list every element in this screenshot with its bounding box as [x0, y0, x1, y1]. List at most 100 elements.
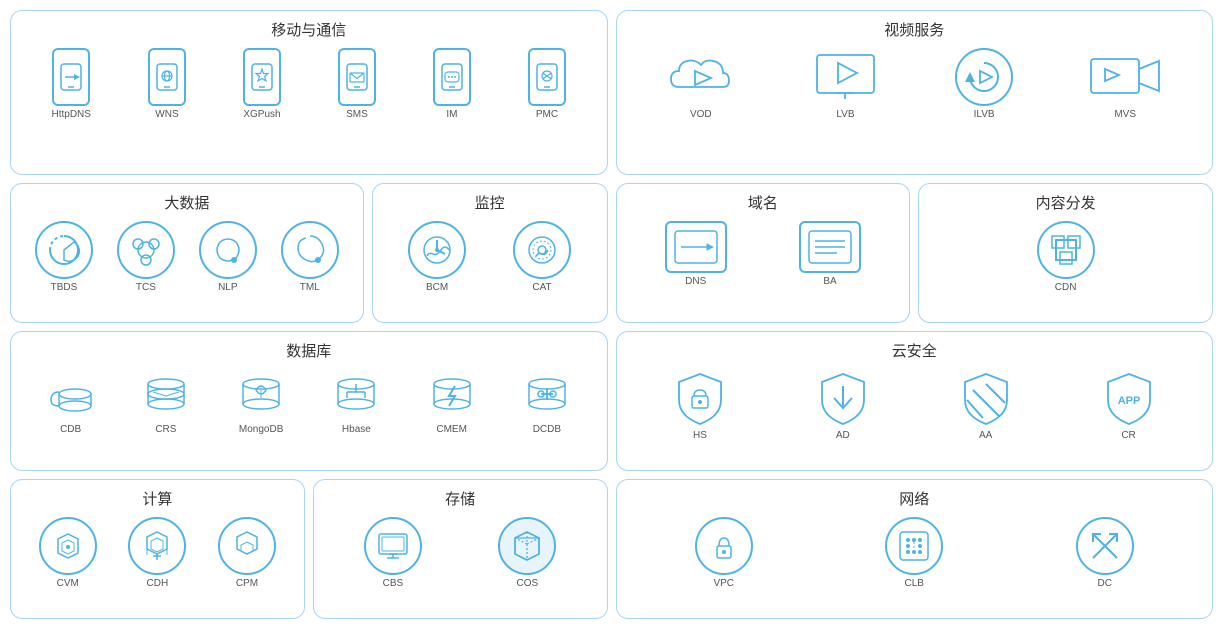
cdb-icon [42, 369, 100, 421]
network-section: 网络 VPC [616, 479, 1214, 619]
cpm-label: CPM [236, 578, 258, 589]
hs-label: HS [693, 430, 707, 441]
cr-label: CR [1121, 430, 1135, 441]
nlp-item: NLP [199, 221, 257, 293]
dc-icon [1076, 517, 1134, 575]
ilvb-label: ILVB [974, 109, 995, 120]
xgpush-label: XGPush [243, 109, 280, 120]
cr-item: APP CR [1099, 369, 1159, 441]
mvs-label: MVS [1114, 109, 1136, 120]
wns-label: WNS [155, 109, 178, 120]
compute-section: 计算 CVM [10, 479, 305, 619]
vpc-icon [695, 517, 753, 575]
hs-icon [670, 369, 730, 427]
ba-label: BA [823, 276, 836, 287]
ad-icon [813, 369, 873, 427]
dc-item: DC [1076, 517, 1134, 589]
crs-label: CRS [155, 424, 176, 435]
cbs-icon [364, 517, 422, 575]
cat-icon [513, 221, 571, 279]
cdh-icon [128, 517, 186, 575]
bigdata-section: 大数据 TBDS [10, 183, 364, 323]
tbds-item: TBDS [35, 221, 93, 293]
cos-label: COS [516, 578, 538, 589]
bigdata-title: 大数据 [23, 192, 351, 213]
im-item: IM [433, 48, 471, 120]
vod-label: VOD [690, 109, 712, 120]
xgpush-item: XGPush [243, 48, 281, 120]
security-section: 云安全 HS [616, 331, 1214, 471]
mobile-section: 移动与通信 HttpDNS [10, 10, 608, 175]
aa-icon [956, 369, 1016, 427]
mvs-item: MVS [1088, 48, 1163, 120]
tbds-icon [35, 221, 93, 279]
tcs-item: TCS [117, 221, 175, 293]
im-label: IM [446, 109, 457, 120]
cmem-item: CMEM [423, 369, 481, 435]
cvm-item: CVM [39, 517, 97, 589]
tcs-label: TCS [136, 282, 156, 293]
mongodb-item: MongoDB [232, 369, 290, 435]
dcdb-icon [518, 369, 576, 421]
im-icon [433, 48, 471, 106]
wns-icon [148, 48, 186, 106]
cdn-section: 内容分发 CDN [918, 183, 1213, 323]
mobile-title: 移动与通信 [23, 19, 595, 40]
bcm-item: BCM [408, 221, 466, 293]
cr-icon: APP [1099, 369, 1159, 427]
cat-item: CAT [513, 221, 571, 293]
ba-icon [799, 221, 861, 273]
httpdns-item: HttpDNS [52, 48, 91, 120]
cvm-label: CVM [57, 578, 79, 589]
svg-text:APP: APP [1117, 395, 1140, 407]
tml-label: TML [300, 282, 320, 293]
vod-item: VOD [666, 48, 736, 120]
mongodb-label: MongoDB [239, 424, 283, 435]
httpdns-label: HttpDNS [52, 109, 91, 120]
tcs-icon [117, 221, 175, 279]
cdn-icon [1037, 221, 1095, 279]
cos-item: COS [498, 517, 556, 589]
cvm-icon [39, 517, 97, 575]
monitor-section: 监控 BCM [372, 183, 608, 323]
ilvb-item: ILVB [955, 48, 1013, 120]
cbs-label: CBS [383, 578, 404, 589]
clb-item: CLB [885, 517, 943, 589]
security-title: 云安全 [629, 340, 1201, 361]
lvb-item: LVB [810, 48, 880, 120]
clb-icon [885, 517, 943, 575]
mvs-icon [1088, 48, 1163, 106]
hbase-item: Hbase [327, 369, 385, 435]
domain-section: 域名 DNS [616, 183, 911, 323]
wns-item: WNS [148, 48, 186, 120]
cdh-label: CDH [147, 578, 169, 589]
dns-label: DNS [685, 276, 706, 287]
database-section: 数据库 CDB [10, 331, 608, 471]
tml-item: TML [281, 221, 339, 293]
aa-label: AA [979, 430, 992, 441]
dcdb-item: DCDB [518, 369, 576, 435]
ba-item: BA [799, 221, 861, 287]
cos-icon [498, 517, 556, 575]
vpc-item: VPC [695, 517, 753, 589]
dcdb-label: DCDB [533, 424, 561, 435]
pmc-icon [528, 48, 566, 106]
database-title: 数据库 [23, 340, 595, 361]
cdn-item: CDN [1037, 221, 1095, 293]
cmem-label: CMEM [436, 424, 467, 435]
crs-icon [137, 369, 195, 421]
sms-label: SMS [346, 109, 368, 120]
sms-item: SMS [338, 48, 376, 120]
hbase-label: Hbase [342, 424, 371, 435]
domain-title: 域名 [629, 192, 898, 213]
lvb-icon [810, 48, 880, 106]
nlp-icon [199, 221, 257, 279]
ilvb-icon [955, 48, 1013, 106]
bcm-icon [408, 221, 466, 279]
hs-item: HS [670, 369, 730, 441]
hbase-icon [327, 369, 385, 421]
ad-label: AD [836, 430, 850, 441]
tbds-label: TBDS [51, 282, 78, 293]
video-section: 视频服务 VOD [616, 10, 1214, 175]
sms-icon [338, 48, 376, 106]
